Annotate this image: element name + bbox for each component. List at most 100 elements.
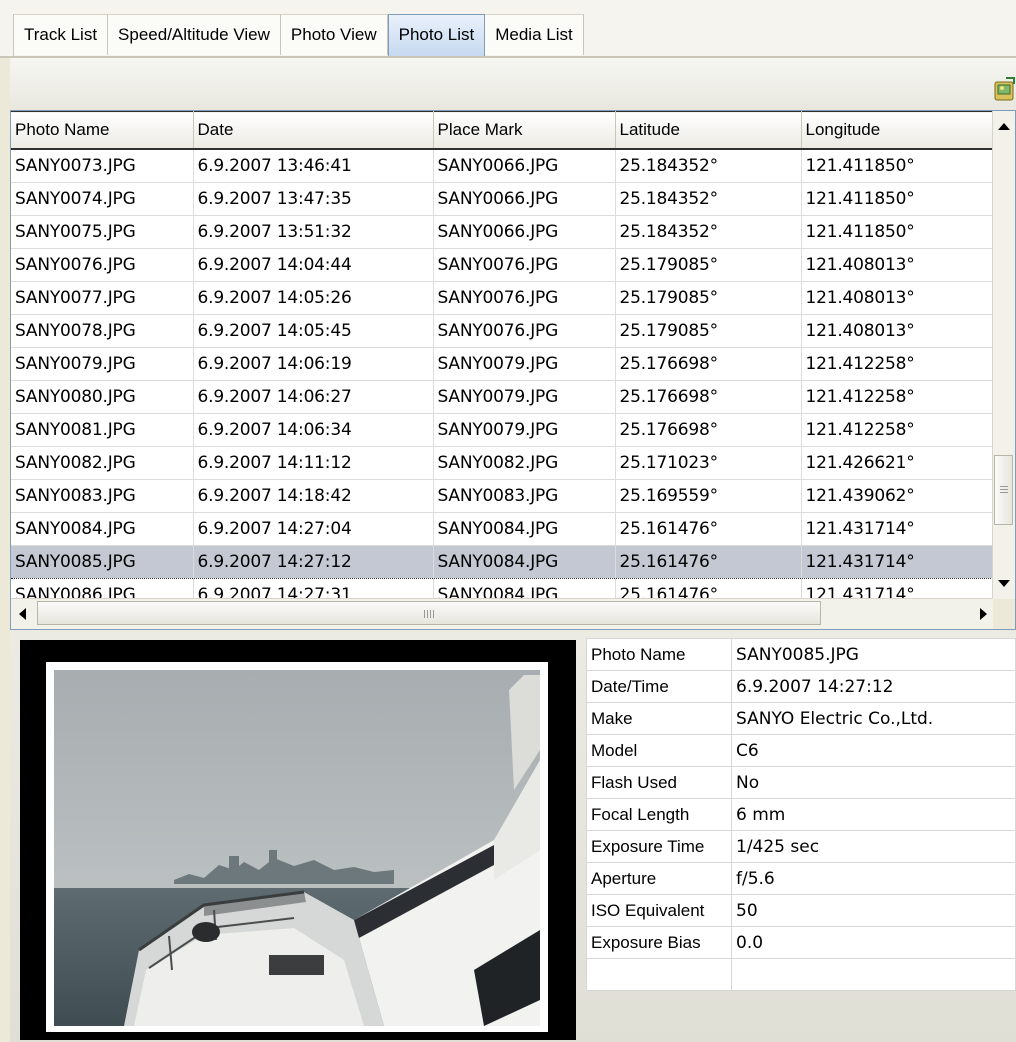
property-key: Flash Used — [586, 766, 732, 799]
table-row[interactable]: SANY0082.JPG 6.9.2007 14:11:12 SANY0082.JP… — [11, 446, 993, 480]
table-row[interactable]: SANY0081.JPG 6.9.2007 14:06:34 SANY0079.JP… — [11, 413, 993, 447]
table-row[interactable]: SANY0077.JPG 6.9.2007 14:05:26 SANY0076.JP… — [11, 281, 993, 315]
property-key: Photo Name — [586, 638, 732, 671]
property-row: Flash Used No — [586, 766, 1016, 799]
photo-properties-table: Photo Name SANY0085.JPG Date/Time 6.9.2007 … — [586, 638, 1016, 991]
cell-place-mark: SANY0079.JPG — [433, 347, 616, 381]
table-row[interactable]: SANY0075.JPG 6.9.2007 13:51:32 SANY0066.JP… — [11, 215, 993, 249]
column-header-longitude[interactable]: Longitude — [801, 111, 993, 150]
cell-longitude: 121.408013° — [801, 248, 993, 282]
table-row[interactable]: SANY0083.JPG 6.9.2007 14:18:42 SANY0083.JP… — [11, 479, 993, 513]
cell-place-mark: SANY0066.JPG — [433, 182, 616, 216]
table-row[interactable]: SANY0078.JPG 6.9.2007 14:05:45 SANY0076.JP… — [11, 314, 993, 348]
cell-date: 6.9.2007 14:27:04 — [193, 512, 434, 546]
cell-photo-name: SANY0073.JPG — [11, 149, 194, 183]
cell-longitude: 121.412258° — [801, 347, 993, 381]
property-row: Make SANYO Electric Co.,Ltd. — [586, 702, 1016, 735]
cell-latitude: 25.179085° — [615, 248, 802, 282]
column-header-photo-name[interactable]: Photo Name — [11, 111, 194, 150]
cell-latitude: 25.161476° — [615, 578, 802, 599]
tab-track-list[interactable]: Track List — [14, 14, 109, 55]
cell-photo-name: SANY0085.JPG — [11, 545, 194, 579]
cell-photo-name: SANY0081.JPG — [11, 413, 194, 447]
cell-photo-name: SANY0075.JPG — [11, 215, 194, 249]
cell-place-mark: SANY0084.JPG — [433, 512, 616, 546]
photo-export-icon[interactable] — [992, 76, 1016, 104]
scroll-down-icon[interactable] — [998, 580, 1010, 587]
cell-latitude: 25.179085° — [615, 314, 802, 348]
table-row[interactable]: SANY0084.JPG 6.9.2007 14:27:04 SANY0084.JP… — [11, 512, 993, 546]
property-row: Aperture f/5.6 — [586, 862, 1016, 895]
table-row[interactable]: SANY0073.JPG 6.9.2007 13:46:41 SANY0066.JP… — [11, 149, 993, 183]
cell-longitude: 121.439062° — [801, 479, 993, 513]
vertical-scrollbar[interactable] — [992, 111, 1015, 599]
table-row[interactable]: SANY0085.JPG 6.9.2007 14:27:12 SANY0084.JP… — [11, 545, 993, 579]
cell-place-mark: SANY0079.JPG — [433, 413, 616, 447]
cell-place-mark: SANY0076.JPG — [433, 281, 616, 315]
property-row: ISO Equivalent 50 — [586, 894, 1016, 927]
scroll-left-icon[interactable] — [19, 608, 26, 620]
photo-preview[interactable] — [54, 670, 540, 1026]
cell-photo-name: SANY0078.JPG — [11, 314, 194, 348]
cell-date: 6.9.2007 14:05:45 — [193, 314, 434, 348]
cell-latitude: 25.171023° — [615, 446, 802, 480]
column-header-date[interactable]: Date — [193, 111, 434, 150]
grip-icon — [424, 610, 434, 618]
scroll-up-icon[interactable] — [998, 123, 1010, 130]
tab-photo-view[interactable]: Photo View — [280, 14, 388, 55]
cell-photo-name: SANY0076.JPG — [11, 248, 194, 282]
grid-viewport: Photo Name Date Place Mark Latitude Long… — [11, 111, 993, 599]
photo-table: Photo Name Date Place Mark Latitude Long… — [11, 111, 993, 599]
cell-date: 6.9.2007 14:06:19 — [193, 347, 434, 381]
cell-latitude: 25.176698° — [615, 347, 802, 381]
column-header-latitude[interactable]: Latitude — [615, 111, 802, 150]
horizontal-scroll-thumb[interactable] — [37, 601, 821, 625]
grip-icon — [1000, 486, 1008, 494]
cell-photo-name: SANY0082.JPG — [11, 446, 194, 480]
property-row: Model C6 — [586, 734, 1016, 767]
horizontal-scrollbar[interactable] — [11, 598, 993, 629]
property-row: Exposure Time 1/425 sec — [586, 830, 1016, 863]
cell-date: 6.9.2007 13:46:41 — [193, 149, 434, 183]
tab-strip: Track List Speed/Altitude View Photo Vie… — [13, 14, 584, 56]
property-key: Date/Time — [586, 670, 732, 703]
table-row[interactable]: SANY0086.JPG 6.9.2007 14:27:31 SANY0084.JP… — [11, 578, 993, 599]
cell-photo-name: SANY0079.JPG — [11, 347, 194, 381]
cell-photo-name: SANY0083.JPG — [11, 479, 194, 513]
property-row: Focal Length 6 mm — [586, 798, 1016, 831]
tab-media-list[interactable]: Media List — [485, 14, 584, 55]
cell-longitude: 121.408013° — [801, 281, 993, 315]
cell-longitude: 121.411850° — [801, 215, 993, 249]
vertical-scroll-thumb[interactable] — [994, 455, 1013, 525]
cell-place-mark: SANY0079.JPG — [433, 380, 616, 414]
cell-date: 6.9.2007 14:04:44 — [193, 248, 434, 282]
cell-longitude: 121.408013° — [801, 314, 993, 348]
table-row[interactable]: SANY0076.JPG 6.9.2007 14:04:44 SANY0076.JP… — [11, 248, 993, 282]
property-row: Exposure Bias 0.0 — [586, 926, 1016, 959]
table-row[interactable]: SANY0080.JPG 6.9.2007 14:06:27 SANY0079.JP… — [11, 380, 993, 414]
tab-photo-list[interactable]: Photo List — [387, 14, 486, 56]
cell-latitude: 25.161476° — [615, 545, 802, 579]
cell-date: 6.9.2007 14:27:31 — [193, 578, 434, 599]
table-header-row: Photo Name Date Place Mark Latitude Long… — [11, 111, 993, 150]
table-row[interactable]: SANY0074.JPG 6.9.2007 13:47:35 SANY0066.JP… — [11, 182, 993, 216]
property-value — [731, 958, 1016, 991]
property-value: 6.9.2007 14:27:12 — [731, 670, 1016, 703]
cell-date: 6.9.2007 14:06:27 — [193, 380, 434, 414]
toolbar — [10, 58, 1016, 110]
cell-date: 6.9.2007 14:11:12 — [193, 446, 434, 480]
cell-date: 6.9.2007 14:27:12 — [193, 545, 434, 579]
scroll-right-icon[interactable] — [980, 608, 987, 620]
property-row: Photo Name SANY0085.JPG — [586, 638, 1016, 671]
tab-bar: Track List Speed/Altitude View Photo Vie… — [0, 0, 1016, 58]
cell-place-mark: SANY0084.JPG — [433, 578, 616, 599]
column-header-place-mark[interactable]: Place Mark — [433, 111, 616, 150]
table-row[interactable]: SANY0079.JPG 6.9.2007 14:06:19 SANY0079.JP… — [11, 347, 993, 381]
table-body: SANY0073.JPG 6.9.2007 13:46:41 SANY0066.JP… — [11, 149, 993, 599]
tab-speed-altitude-view[interactable]: Speed/Altitude View — [108, 14, 281, 55]
cell-photo-name: SANY0077.JPG — [11, 281, 194, 315]
cell-place-mark: SANY0082.JPG — [433, 446, 616, 480]
photo-preview-frame — [20, 640, 576, 1040]
cell-longitude: 121.431714° — [801, 512, 993, 546]
property-value: SANYO Electric Co.,Ltd. — [731, 702, 1016, 735]
